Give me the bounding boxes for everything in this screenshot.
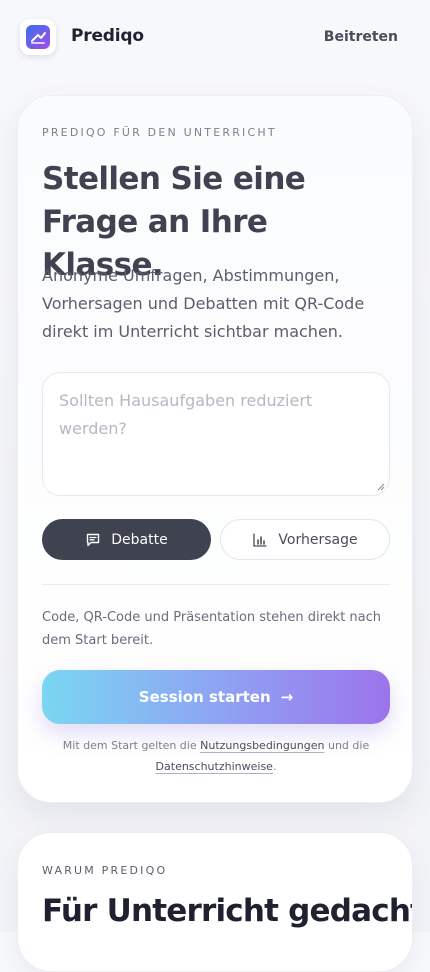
- mode-debate-button[interactable]: Debatte: [42, 519, 211, 560]
- brand-name: Prediqo: [71, 26, 144, 46]
- create-session-card: PREDIQO FÜR DEN UNTERRICHT Stellen Sie e…: [17, 95, 413, 803]
- mode-debate-label: Debatte: [111, 531, 168, 548]
- legal-suffix: .: [272, 760, 277, 773]
- question-input-wrapper: [42, 372, 390, 496]
- arrow-right-icon: →: [280, 688, 294, 706]
- chat-icon: [85, 532, 101, 548]
- bar-chart-icon: [252, 532, 268, 548]
- logo-icon: [26, 25, 50, 49]
- privacy-link[interactable]: Datenschutzhinweise: [156, 760, 273, 773]
- legal-middle: und die: [327, 739, 370, 752]
- legal-prefix: Mit dem Start gelten die: [62, 739, 197, 752]
- mode-forecast-button[interactable]: Vorhersage: [220, 519, 390, 560]
- why-section-card: WARUM PREDIQO Für Unterricht gedacht,: [17, 832, 413, 972]
- why-eyebrow: WARUM PREDIQO: [42, 864, 168, 877]
- lead-text: Anonyme Umfragen, Abstimmungen, Vorhersa…: [42, 266, 365, 341]
- mode-forecast-label: Vorhersage: [278, 531, 358, 548]
- info-text: Code, QR-Code und Präsentation stehen di…: [42, 610, 382, 648]
- start-session-label: Session starten: [138, 688, 271, 706]
- divider: [42, 584, 390, 585]
- resize-handle-icon[interactable]: [377, 483, 385, 491]
- terms-link[interactable]: Nutzungsbedingungen: [200, 739, 324, 752]
- top-header: Prediqo Beitreten: [0, 0, 430, 76]
- card-eyebrow: PREDIQO FÜR DEN UNTERRICHT: [42, 126, 277, 139]
- join-link[interactable]: Beitreten: [324, 29, 398, 45]
- question-input[interactable]: [59, 387, 373, 481]
- app-logo[interactable]: [20, 19, 56, 55]
- legal-notice: Mit dem Start gelten die Nutzungsbedingu…: [42, 735, 390, 777]
- start-session-button[interactable]: Session starten →: [42, 670, 390, 724]
- why-headline: Für Unterricht gedacht,: [42, 893, 413, 929]
